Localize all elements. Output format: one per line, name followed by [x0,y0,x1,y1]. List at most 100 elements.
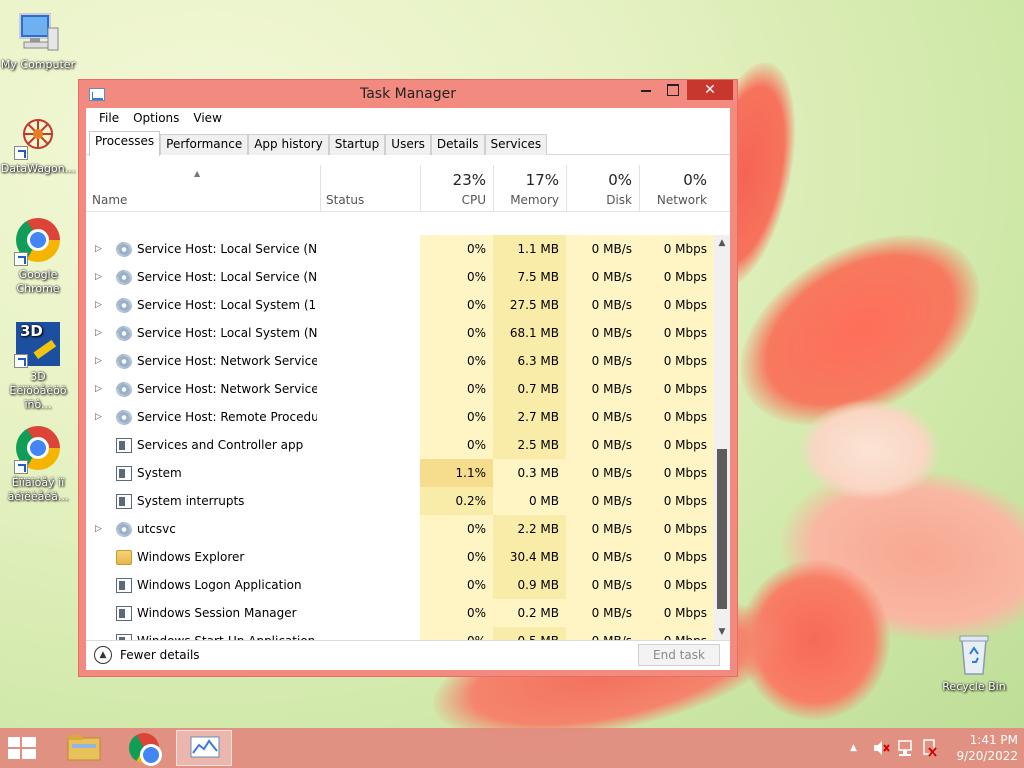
tab-processes[interactable]: Processes [89,131,161,156]
column-header-memory[interactable]: 17% Memory [493,155,566,212]
start-button[interactable] [8,737,38,759]
table-row[interactable]: Services and Controller app 0% 2.5 MB 0 MB/… [86,431,714,459]
network-value: 0 Mbps [639,599,714,627]
memory-value: 0.3 MB [493,459,566,487]
process-name: Windows Logon Application [137,578,302,592]
cpu-value: 0% [420,291,493,319]
tab-services[interactable]: Services [484,134,548,155]
table-row[interactable]: ▷ Service Host: Local Service (No I... 0%1… [86,235,714,263]
maximize-button[interactable] [659,80,685,100]
chrome-icon [14,426,62,474]
expand-chevron-icon[interactable]: ▷ [95,319,102,347]
expand-chevron-icon[interactable]: ▷ [95,263,102,291]
desktop-icon-my-computer[interactable]: My Computer [0,8,76,72]
memory-value: 2.5 MB [493,431,566,459]
memory-value: 68.1 MB [493,319,566,347]
expand-chevron-icon[interactable]: ▷ [95,403,102,431]
taskbar-chrome[interactable] [116,730,172,766]
table-row[interactable]: ▷ Service Host: Local System (15) 0% 27.5 M… [86,291,714,319]
memory-value: 1.1 MB [493,235,566,263]
system-process-icon [116,606,132,621]
cpu-value: 0% [420,263,493,291]
cpu-value: 0% [420,235,493,263]
table-row[interactable]: ▷ Service Host: Local System (Net... 0%68.… [86,319,714,347]
taskbar-task-manager[interactable] [176,730,232,766]
table-row[interactable]: System 1.1% 0.3 MB 0 MB/s 0 Mbps [86,459,714,487]
expand-chevron-icon[interactable]: ▷ [95,515,102,543]
scroll-down-button[interactable]: ▼ [714,624,730,640]
taskbar-clock[interactable]: 1:41 PM 9/20/2022 [956,732,1018,764]
network-value: 0 Mbps [639,543,714,571]
taskbar-file-explorer[interactable] [56,730,112,766]
system-process-icon [116,438,132,453]
cpu-value: 0% [420,599,493,627]
disk-value: 0 MB/s [566,599,639,627]
vertical-scrollbar[interactable]: ▲ ▼ [714,235,730,640]
table-row[interactable]: System interrupts 0.2% 0 MB 0 MB/s 0 Mbps [86,487,714,515]
menu-view[interactable]: View [186,108,228,131]
menu-file[interactable]: File [92,108,126,131]
scroll-up-button[interactable]: ▲ [714,235,730,251]
desktop-icon-3d[interactable]: 3D 3D Ëëïöðåëöõ ïñô... [0,320,76,412]
taskbar: ▲ 1:41 PM 9/20/2022 [0,728,1024,768]
column-header-row: ▲ Name Status 23% CPU 17% Memory 0% Disk [86,155,730,212]
tab-users[interactable]: Users [385,134,431,155]
network-value: 0 Mbps [639,319,714,347]
tab-app-history[interactable]: App history [248,134,329,155]
cpu-value: 0.2% [420,487,493,515]
close-button[interactable]: ✕ [687,80,733,100]
table-row[interactable]: Windows Session Manager 0% 0.2 MB 0 MB/s 0 M… [86,599,714,627]
shortcut-arrow-icon [14,146,28,160]
disk-value: 0 MB/s [566,487,639,515]
column-header-name[interactable]: Name [86,155,320,212]
shortcut-arrow-icon [14,252,28,266]
end-task-button[interactable]: End task [638,644,720,666]
process-name: System interrupts [137,494,245,508]
tab-details[interactable]: Details [430,134,485,155]
action-center-icon[interactable] [920,728,940,768]
network-value: 0 Mbps [639,347,714,375]
table-row[interactable]: Windows Start-Up Application 0%0.5 MB0 MB… [86,627,714,640]
expand-chevron-icon[interactable]: ▷ [95,347,102,375]
table-row[interactable]: ▷ Service Host: Remote Procedure... 0%2.7 … [86,403,714,431]
task-manager-window: Task Manager ✕ File Options View Process… [78,79,738,677]
desktop-icon-recycle-bin[interactable]: Recycle Bin [936,630,1012,694]
cpu-value: 0% [420,543,493,571]
column-header-network[interactable]: 0% Network [639,155,714,212]
title-bar[interactable]: Task Manager ✕ [79,80,737,108]
tab-startup[interactable]: Startup [328,134,386,155]
cpu-value: 0% [420,403,493,431]
disk-value: 0 MB/s [566,459,639,487]
expand-chevron-icon[interactable]: ▷ [95,291,102,319]
expand-chevron-icon[interactable]: ▷ [95,375,102,403]
scroll-thumb[interactable] [717,449,727,609]
expand-chevron-icon[interactable]: ▷ [95,235,102,263]
table-row[interactable]: Windows Logon Application 0% 0.9 MB 0 MB/s 0… [86,571,714,599]
disk-value: 0 MB/s [566,515,639,543]
table-row[interactable]: ▷ Service Host: Network Service (... 0%0.7… [86,375,714,403]
chrome-icon [14,218,62,266]
table-row[interactable]: Windows Explorer 0% 30.4 MB 0 MB/s 0 Mbps [86,543,714,571]
table-row[interactable]: ▷ Service Host: Network Service (5) 0%6.3 … [86,347,714,375]
desktop-icon-chrome-2[interactable]: Ëïïäïóåý ìï äéïëèåéä... [0,424,76,504]
network-icon[interactable] [896,728,916,768]
menu-options[interactable]: Options [126,108,186,131]
table-row[interactable]: ▷ Service Host: Local Service (No ... 0%7.… [86,263,714,291]
fewer-details-button[interactable]: ▲ Fewer details [94,646,200,664]
cpu-value: 0% [420,347,493,375]
desktop-icon-google-chrome[interactable]: Google Chrome [0,216,76,296]
disk-value: 0 MB/s [566,403,639,431]
column-header-cpu[interactable]: 23% CPU [420,155,493,212]
disk-value: 0 MB/s [566,319,639,347]
minimize-button[interactable] [633,80,659,100]
volume-muted-icon[interactable] [872,728,890,768]
desktop-icon-datawagon[interactable]: DataWagon... [0,112,76,176]
disk-value: 0 MB/s [566,571,639,599]
column-header-disk[interactable]: 0% Disk [566,155,639,212]
tray-show-hidden-icons[interactable]: ▲ [850,728,857,768]
gear-icon [116,326,132,341]
network-value: 0 Mbps [639,431,714,459]
table-row[interactable]: ▷ utcsvc 0% 2.2 MB 0 MB/s 0 Mbps [86,515,714,543]
column-header-status[interactable]: Status [320,155,420,212]
tab-performance[interactable]: Performance [160,134,249,155]
